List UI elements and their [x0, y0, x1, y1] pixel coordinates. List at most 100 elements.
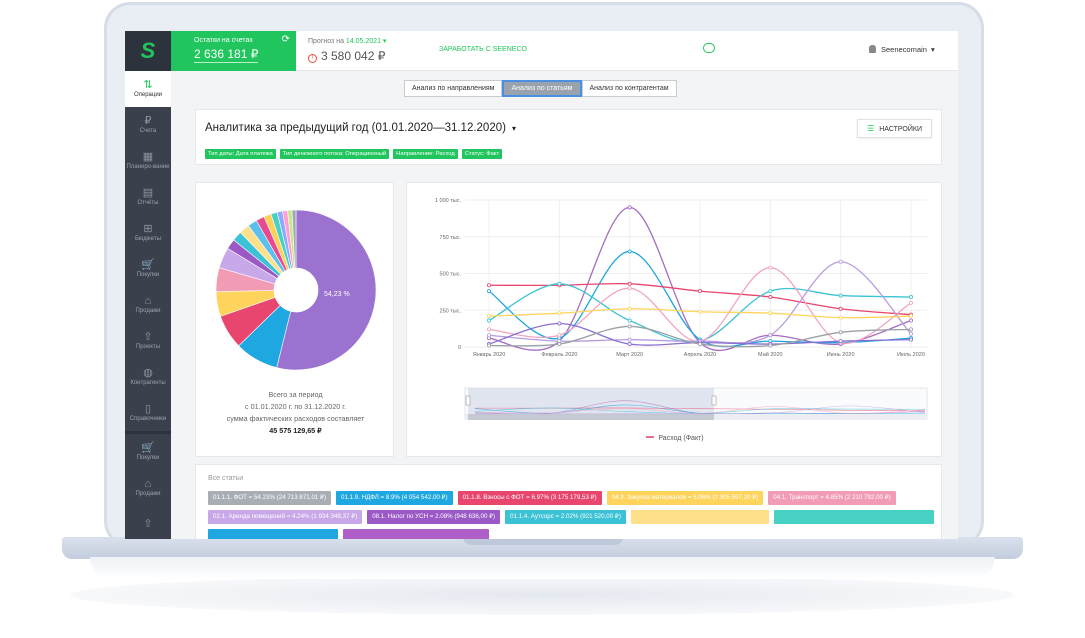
data-point[interactable]	[627, 281, 632, 286]
y-tick-label: 250 тыс.	[440, 308, 462, 314]
balance-value: 2 636 181 ₽	[194, 47, 259, 63]
data-point[interactable]	[487, 283, 492, 288]
navigator-scroll-thumb[interactable]	[468, 414, 714, 420]
data-point[interactable]	[838, 330, 843, 335]
data-point[interactable]	[487, 318, 492, 323]
chart-legend[interactable]: Расход (Факт)	[407, 435, 943, 442]
top-bar: Остатки на счетах 2 636 181 ₽ ⟳ Прогноз …	[171, 31, 958, 71]
tab-articles[interactable]: Анализ по статьям	[502, 80, 582, 97]
article-chip[interactable]: 01.1.8. Взносы с ФОТ = 6.97% (3 175 179,…	[457, 491, 602, 505]
x-tick-label: Апрель 2020	[684, 352, 716, 358]
data-point[interactable]	[627, 306, 632, 311]
sidebar-item[interactable]: ⇧	[125, 506, 171, 539]
range-handle-right[interactable]	[711, 395, 717, 406]
data-point[interactable]	[487, 289, 492, 294]
data-point[interactable]	[838, 315, 843, 320]
article-chip[interactable]	[630, 510, 769, 524]
data-point[interactable]	[697, 342, 702, 347]
article-chip[interactable]: 01.1.9. НДФЛ = 8.9% (4 054 542,00 ₽)	[336, 491, 453, 505]
data-point[interactable]	[627, 249, 632, 254]
sidebar-item-label: Счета	[139, 128, 157, 134]
line-chart[interactable]: 0 250 тыс. 500 тыс. 750 тыс. 1 000 тыс. Январ…	[407, 183, 943, 433]
data-point[interactable]	[697, 289, 702, 294]
user-menu[interactable]: Seenecomain ▾	[869, 45, 935, 54]
sidebar-item[interactable]: ⊞ Бюджеты	[125, 215, 171, 251]
data-point[interactable]	[487, 333, 492, 338]
sidebar-item-label: Проекты	[135, 344, 161, 350]
data-point[interactable]	[908, 295, 913, 300]
sidebar-item[interactable]: ▦ Планиро-вание	[125, 143, 171, 179]
sidebar-item[interactable]: ⇅ Операции	[125, 71, 171, 107]
data-point[interactable]	[557, 321, 562, 326]
article-chip[interactable]: 02.1. Аренда помещений = 4.24% (1 934 34…	[208, 510, 363, 524]
range-handle-left[interactable]	[465, 395, 471, 406]
forecast-label: Прогноз на 14.05.2021 ▾	[308, 37, 386, 45]
data-point[interactable]	[557, 333, 562, 338]
account-balance[interactable]: Остатки на счетах 2 636 181 ₽ ⟳	[171, 31, 296, 71]
data-point[interactable]	[768, 289, 773, 294]
data-point[interactable]	[908, 327, 913, 332]
article-chip[interactable]	[773, 510, 934, 524]
sidebar-item[interactable]: ◍ Контрагенты	[125, 359, 171, 395]
data-point[interactable]	[838, 259, 843, 264]
data-point[interactable]	[627, 324, 632, 329]
data-point[interactable]	[557, 281, 562, 286]
tab-counterparties[interactable]: Анализ по контрагентам	[581, 80, 677, 97]
filter-badge[interactable]: Статус: Факт	[461, 149, 503, 159]
sidebar-item[interactable]: ₽ Счета	[125, 107, 171, 143]
data-point[interactable]	[838, 293, 843, 298]
data-point[interactable]	[627, 205, 632, 210]
article-chip[interactable]: 04.3. Закупка материалов = 5.06% (2 305 …	[606, 491, 764, 505]
data-point[interactable]	[768, 295, 773, 300]
data-point[interactable]	[908, 331, 913, 336]
sidebar-item[interactable]: ▤ Отчёты	[125, 179, 171, 215]
forecast[interactable]: Прогноз на 14.05.2021 ▾ ! 3 580 042 ₽	[308, 37, 386, 63]
data-point[interactable]	[768, 265, 773, 270]
chat-icon[interactable]	[703, 43, 715, 53]
data-point[interactable]	[768, 343, 773, 348]
data-point[interactable]	[908, 337, 913, 342]
article-chip[interactable]: 01.1.4. Аутсорс = 2.02% (921 520,00 ₽)	[505, 510, 626, 524]
filter-badge[interactable]: Тип даты: Дата платежа	[205, 149, 276, 159]
tab-directions[interactable]: Анализ по направлениям	[404, 80, 503, 97]
data-point[interactable]	[557, 311, 562, 316]
article-chip[interactable]	[208, 529, 338, 539]
sidebar-item[interactable]: ▯ Справочники	[125, 395, 171, 431]
data-point[interactable]	[768, 333, 773, 338]
pie-chart[interactable]: 54,23 %	[211, 205, 381, 375]
sidebar-item[interactable]: 🛒 Покупки	[125, 434, 171, 470]
app-logo[interactable]: S	[125, 31, 171, 71]
article-chip[interactable]: 08.1. Налог по УСН = 2.08% (948 636,00 ₽…	[367, 510, 501, 524]
data-point[interactable]	[557, 342, 562, 347]
article-chip[interactable]	[343, 529, 489, 539]
article-chip[interactable]: 01.1.1. ФОТ = 54.23% (24 713 871,01 ₽)	[208, 491, 332, 505]
data-point[interactable]	[627, 318, 632, 323]
data-point[interactable]	[627, 337, 632, 342]
data-point[interactable]	[697, 309, 702, 314]
data-point[interactable]	[487, 314, 492, 319]
refresh-icon[interactable]: ⟳	[282, 34, 290, 45]
sidebar-item[interactable]: ⌂ Продажи	[125, 287, 171, 323]
period-select[interactable]: Аналитика за предыдущий год (01.01.2020—…	[205, 122, 516, 134]
sidebar-item[interactable]: 🛒 Покупки	[125, 251, 171, 287]
data-point[interactable]	[627, 286, 632, 291]
data-point[interactable]	[487, 343, 492, 348]
earn-link[interactable]: ЗАРАБОТАТЬ С SEENECO	[439, 46, 527, 53]
data-point[interactable]	[838, 306, 843, 311]
data-point[interactable]	[908, 314, 913, 319]
data-point[interactable]	[768, 311, 773, 316]
sidebar-item[interactable]: ⇧ Проекты	[125, 323, 171, 359]
sidebar-item[interactable]: ⌂ Продажи	[125, 470, 171, 506]
article-chip[interactable]: 04.1. Транспорт = 4.85% (2 210 792,00 ₽)	[768, 491, 896, 505]
settings-button[interactable]: ☰ НАСТРОЙКИ	[857, 119, 932, 138]
filter-lines-icon: ☰	[867, 124, 875, 133]
chevron-down-icon[interactable]: ▾	[383, 38, 387, 45]
data-point[interactable]	[908, 318, 913, 323]
data-point[interactable]	[908, 300, 913, 305]
data-point[interactable]	[627, 342, 632, 347]
forecast-date[interactable]: 14.05.2021	[346, 38, 381, 45]
filter-badge[interactable]: Тип денежного потока: Операционный	[279, 149, 390, 159]
data-point[interactable]	[487, 327, 492, 332]
data-point[interactable]	[838, 339, 843, 344]
filter-badge[interactable]: Направление: Расход	[393, 149, 458, 159]
